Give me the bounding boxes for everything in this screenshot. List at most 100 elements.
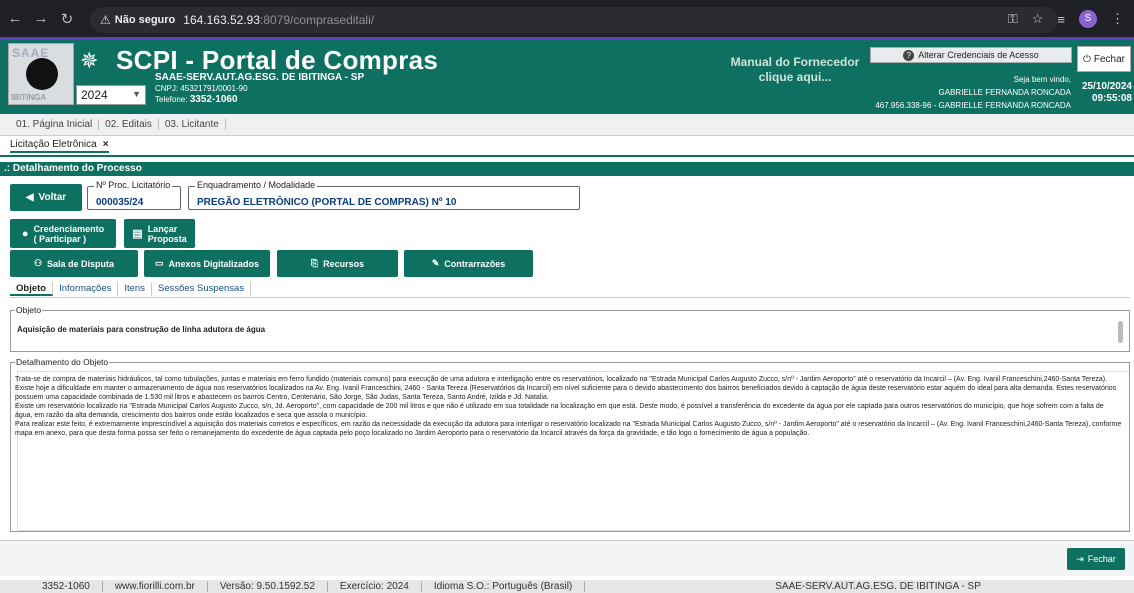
tab-licitacao-eletronica[interactable]: Licitação Eletrônica ×	[10, 139, 109, 153]
menu-item-licitante[interactable]: 03. Licitante	[159, 119, 226, 130]
credentials-label: Alterar Credenciais de Acesso	[918, 50, 1039, 60]
status-exercise: Exercício: 2024	[328, 581, 422, 592]
lancar-label: Lançar	[147, 223, 178, 234]
user-document: 467.956.338-96 - GABRIELLE FERNANDA RONC…	[875, 101, 1071, 110]
close-button[interactable]: ⇥ Fechar	[1067, 548, 1125, 570]
detalhamento-text: Trata-se de compra de materiais hidráuli…	[15, 375, 1123, 438]
user-icon: ●	[21, 227, 29, 240]
user-welcome: Seja bem vindo, GABRIELLE FERNANDA RONCA…	[875, 73, 1071, 112]
portal-emblem-icon: ✵	[80, 48, 99, 73]
status-org: SAAE-SERV.AUT.AG.ESG. DE IBITINGA - SP	[775, 581, 981, 592]
manual-line-1: Manual do Fornecedor	[730, 55, 860, 69]
proc-number-legend: Nº Proc. Licitatório	[94, 180, 173, 190]
menu-item-home[interactable]: 01. Página Inicial	[10, 119, 100, 130]
supplier-manual-link[interactable]: Manual do Fornecedor clique aqui...	[720, 55, 870, 85]
sala-disputa-button[interactable]: ⚇ Sala de Disputa	[10, 250, 138, 277]
anexos-label: Anexos Digitalizados	[168, 258, 260, 269]
url-path: :8079/compraseditali/	[260, 13, 375, 27]
exit-icon: ⇥	[1076, 553, 1084, 564]
password-key-icon[interactable]: ⚿	[1008, 11, 1018, 27]
bookmark-star-icon[interactable]: ☆	[1032, 11, 1044, 27]
detalhamento-paragraph: Existe um reservatório localizado na "Es…	[15, 403, 1104, 419]
phone-number: 3352-1060	[189, 94, 238, 105]
manual-line-2: clique aqui...	[758, 70, 832, 84]
datetime: 25/10/2024 09:55:08	[1076, 81, 1134, 105]
status-website[interactable]: www.fiorilli.com.br	[103, 581, 208, 592]
logo-caption: IBITINGA	[11, 93, 47, 102]
user-name: GABRIELLE FERNANDA RONCADA	[938, 88, 1071, 97]
objeto-fieldset: Objeto Aquisição de materiais para const…	[10, 305, 1130, 352]
lancar-proposta-button[interactable]: ▤ Lançar Proposta	[124, 219, 195, 248]
process-subtabs: Objeto Informações Itens Sessões Suspens…	[10, 282, 1130, 298]
change-credentials-button[interactable]: ? Alterar Credenciais de Acesso	[870, 47, 1072, 63]
cnpj: CNPJ: 45321791/0001-90	[155, 84, 248, 93]
insecure-label[interactable]: Não seguro	[115, 14, 176, 26]
back-arrow-icon[interactable]: ←	[4, 10, 26, 27]
question-icon: ?	[903, 49, 915, 61]
phone-line: Telefone: 3352-1060	[155, 94, 238, 105]
contrarrazoes-label: Contrarrazões	[444, 258, 506, 269]
url-host: 164.163.52.93	[183, 13, 261, 27]
tab-itens[interactable]: Itens	[118, 282, 152, 296]
bottom-bar	[0, 540, 1134, 576]
date: 25/10/2024	[1081, 81, 1132, 92]
main-menu: 01. Página Inicial 02. Editais 03. Licit…	[0, 114, 1134, 136]
close-session-button[interactable]: ⏻ Fechar	[1077, 46, 1131, 72]
close-button-label: Fechar	[1087, 554, 1116, 564]
document-arrow-icon: ⎘	[310, 258, 319, 268]
detalhamento-legend: Detalhamento do Objeto	[15, 357, 110, 367]
tab-sessoes-suspensas[interactable]: Sessões Suspensas	[152, 282, 252, 296]
detalhamento-fieldset: Detalhamento do Objeto Trata-se de compr…	[10, 357, 1130, 532]
recursos-button[interactable]: ⎘ Recursos	[277, 250, 398, 277]
back-button[interactable]: ◀ Voltar	[10, 184, 82, 211]
tab-label: Licitação Eletrônica	[10, 139, 97, 150]
contrarrazoes-button[interactable]: ✎ Contrarrazões	[404, 250, 533, 277]
tab-objeto[interactable]: Objeto	[10, 282, 54, 296]
credenciamento-label: Credenciamento	[33, 223, 105, 234]
menu-item-editais[interactable]: 02. Editais	[99, 119, 159, 130]
recursos-label: Recursos	[323, 258, 365, 269]
modality: PREGÃO ELETRÔNICO (PORTAL DE COMPRAS) Nº…	[197, 197, 457, 208]
folder-icon: ▭	[154, 258, 164, 268]
profile-avatar[interactable]: S	[1079, 10, 1097, 28]
credenciamento-button[interactable]: ● Credenciamento ( Participar )	[10, 219, 116, 248]
time: 09:55:08	[1091, 93, 1132, 104]
objeto-text: Aquisição de materiais para construção d…	[17, 325, 266, 334]
status-phone: 3352-1060	[30, 581, 103, 592]
objeto-scrollbar[interactable]	[1118, 321, 1123, 343]
proc-number: 000035/24	[96, 197, 144, 208]
warning-icon[interactable]: ⚠	[100, 13, 111, 27]
reload-icon[interactable]: ↻	[56, 10, 78, 28]
power-icon: ⏻	[1082, 53, 1091, 65]
phone-label: Telefone:	[155, 95, 188, 104]
chevron-down-icon: ▼	[132, 89, 141, 99]
anexos-button[interactable]: ▭ Anexos Digitalizados	[144, 250, 270, 277]
users-icon: ⚇	[33, 258, 43, 268]
browser-toolbar: ← → ↻ ⚠ Não seguro 164.163.52.93:8079/co…	[0, 0, 1134, 40]
forward-arrow-icon[interactable]: →	[30, 10, 52, 27]
proposta-label: Proposta	[147, 233, 187, 244]
modality-legend: Enquadramento / Modalidade	[195, 180, 318, 190]
close-tab-icon[interactable]: ×	[103, 139, 109, 150]
sala-label: Sala de Disputa	[47, 258, 115, 269]
address-bar[interactable]: ⚠ Não seguro 164.163.52.93:8079/comprase…	[90, 7, 1058, 33]
detalhamento-paragraph: Existe hoje a dificuldade em manter o ar…	[15, 385, 1117, 401]
reading-list-icon[interactable]: ≡	[1057, 12, 1065, 27]
triangle-left-icon: ◀	[25, 192, 34, 203]
modality-fieldset: Enquadramento / Modalidade PREGÃO ELETRÔ…	[188, 180, 580, 210]
status-language: Idioma S.O.: Português (Brasil)	[422, 581, 586, 592]
tab-informacoes[interactable]: Informações	[53, 282, 119, 296]
status-version: Versão: 9.50.1592.52	[208, 581, 328, 592]
logo-drop	[26, 58, 58, 90]
document-edit-icon: ▤	[132, 228, 143, 240]
status-bar: 3352-1060 www.fiorilli.com.br Versão: 9.…	[0, 580, 1134, 593]
doc-tabs: Licitação Eletrônica ×	[0, 136, 1134, 157]
year-value: 2024	[81, 88, 108, 102]
close-label: Fechar	[1093, 53, 1126, 65]
saae-logo: SAAE IBITINGA	[8, 43, 74, 105]
detalhamento-paragraph: Para realizar este feito, é extremamente…	[15, 421, 1122, 437]
browser-menu-icon[interactable]: ⋮	[1111, 11, 1124, 27]
year-select[interactable]: 2024 ▼	[76, 85, 146, 105]
proc-number-fieldset: Nº Proc. Licitatório 000035/24	[87, 180, 181, 210]
section-title: .: Detalhamento do Processo	[0, 162, 1134, 176]
